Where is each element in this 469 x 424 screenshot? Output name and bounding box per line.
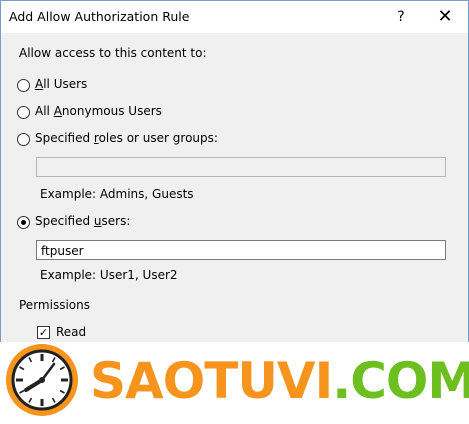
all-anonymous-users-label[interactable]: All Anonymous Users xyxy=(35,104,162,118)
help-button[interactable]: ? xyxy=(389,6,413,28)
specified-users-radio[interactable] xyxy=(17,216,30,229)
watermark-text: SAOTUVI.COM xyxy=(90,352,469,410)
read-label[interactable]: Read xyxy=(56,325,86,339)
read-checkbox[interactable]: ✓ xyxy=(37,326,50,339)
specified-users-label[interactable]: Specified users: xyxy=(35,214,130,228)
dialog-body: Allow access to this content to: All Use… xyxy=(1,33,468,343)
roles-input[interactable] xyxy=(36,157,446,177)
users-input[interactable]: ftpuser xyxy=(36,240,446,260)
all-users-label[interactable]: All Users xyxy=(35,77,87,91)
title-bar: Add Allow Authorization Rule ? ✕ xyxy=(1,1,468,33)
roles-example: Example: Admins, Guests xyxy=(40,187,194,201)
users-example: Example: User1, User2 xyxy=(40,268,178,282)
permissions-heading: Permissions xyxy=(19,298,90,312)
all-anonymous-users-radio[interactable] xyxy=(17,106,30,119)
radio-selected-dot xyxy=(21,220,26,225)
saotuvi-watermark: SAOTUVI.COM xyxy=(0,342,469,424)
access-heading: Allow access to this content to: xyxy=(19,46,207,60)
add-allow-authorization-rule-dialog: Add Allow Authorization Rule ? ✕ Allow a… xyxy=(0,0,469,343)
specified-roles-radio[interactable] xyxy=(17,133,30,146)
close-button[interactable]: ✕ xyxy=(433,6,457,28)
clock-logo-icon xyxy=(6,344,78,416)
all-users-radio[interactable] xyxy=(17,79,30,92)
dialog-title: Add Allow Authorization Rule xyxy=(9,9,190,24)
specified-roles-label[interactable]: Specified roles or user groups: xyxy=(35,131,218,145)
